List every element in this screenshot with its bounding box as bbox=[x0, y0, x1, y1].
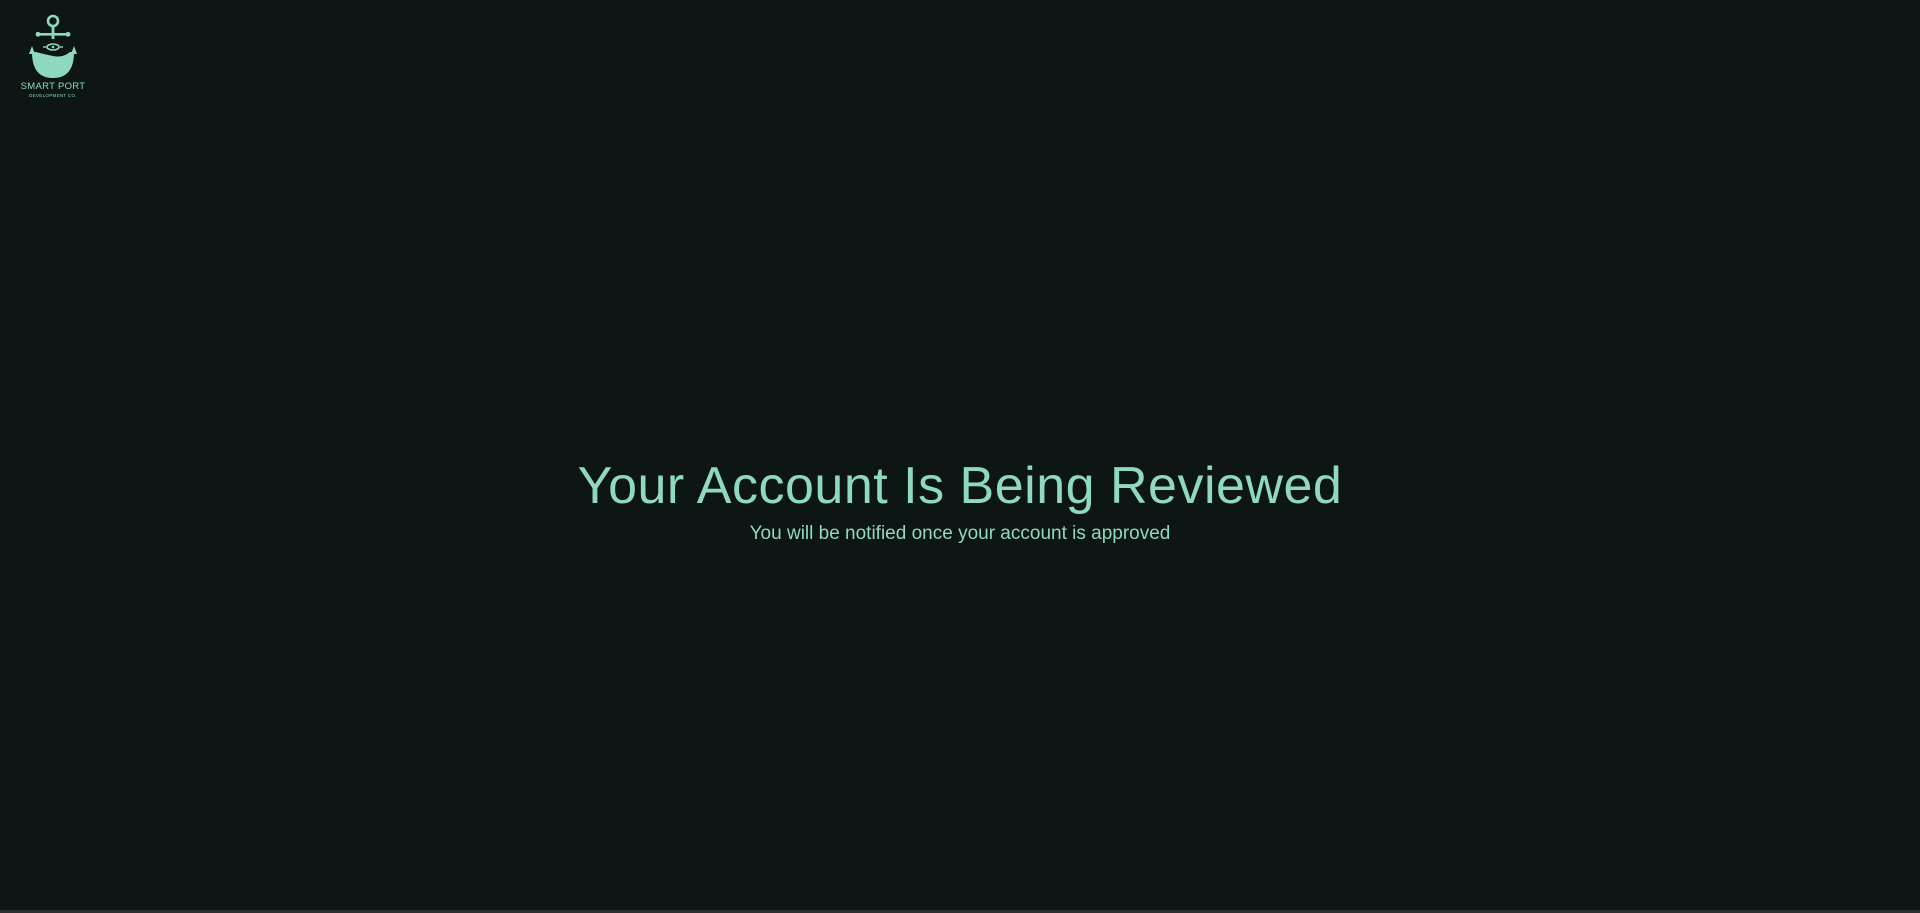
brand-name: SMART PORT bbox=[20, 81, 86, 92]
page-title: Your Account Is Being Reviewed bbox=[577, 457, 1343, 515]
company-logo[interactable]: SMART PORT DEVELOPMENT CO. bbox=[16, 14, 90, 104]
status-message: You will be notified once your account i… bbox=[749, 523, 1171, 544]
review-status-panel: Your Account Is Being Reviewed You will … bbox=[0, 456, 1920, 546]
anchor-icon bbox=[29, 14, 77, 78]
page: SMART PORT DEVELOPMENT CO. Your Account … bbox=[0, 0, 1920, 913]
brand-tagline: DEVELOPMENT CO. bbox=[29, 93, 77, 98]
